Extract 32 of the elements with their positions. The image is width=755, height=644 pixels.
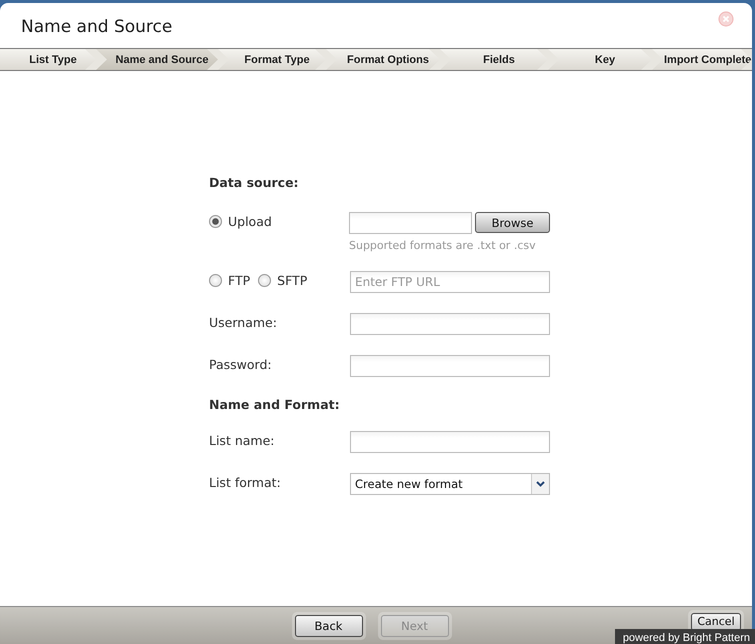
section-heading: Name and Format: (209, 397, 341, 412)
radio-label: Upload (228, 214, 272, 229)
close-icon[interactable] (718, 11, 734, 27)
ftp-radio[interactable] (209, 274, 222, 287)
sftp-radio[interactable] (258, 274, 272, 287)
browse-button[interactable]: Browse (475, 212, 550, 233)
ftp-url-field[interactable]: Enter FTP URL (350, 271, 550, 293)
wizard-step-tab[interactable]: List Type (0, 49, 96, 70)
list-name-field[interactable] (350, 431, 550, 453)
file-field[interactable] (349, 212, 472, 234)
wizard-step-tab[interactable]: Format Options (326, 49, 440, 70)
footer-button[interactable]: Back (294, 614, 362, 636)
section-heading: Data source: (209, 175, 300, 190)
password-field[interactable] (350, 355, 550, 377)
field-label: List name: (209, 433, 274, 448)
radio-label: FTP (228, 273, 250, 288)
field-label: List format: (209, 475, 281, 490)
window-title: Name and Source (21, 17, 172, 37)
caret-icon (536, 481, 545, 487)
wizard-step-tab[interactable]: Name and Source (96, 49, 218, 70)
radio-label: SFTP (277, 273, 308, 288)
wizard-step-tab[interactable]: Fields (440, 49, 548, 70)
wizard-step-tab[interactable]: Import Complete (652, 49, 752, 70)
wizard-step-tab[interactable]: Key (548, 49, 652, 70)
wizard-step-tab[interactable]: Format Type (218, 49, 326, 70)
field-label: Username: (209, 315, 277, 330)
field-label: Password: (209, 357, 272, 372)
hint-text: Supported formats are .txt or .csv (349, 239, 537, 252)
upload-radio[interactable] (209, 215, 222, 228)
username-field[interactable] (350, 313, 550, 335)
powered-by-badge: powered by Bright Pattern (614, 629, 755, 644)
list-format-dropdown[interactable]: Create new format (350, 473, 550, 495)
